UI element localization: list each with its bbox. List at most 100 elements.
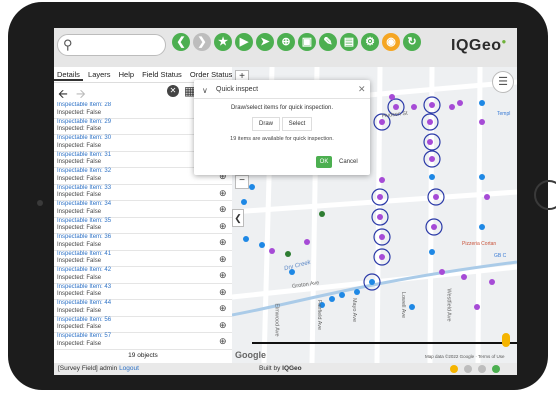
map-feature-marker[interactable] — [377, 194, 383, 200]
map-feature-marker[interactable] — [285, 251, 291, 257]
map-feature-marker[interactable] — [449, 104, 455, 110]
map-feature-marker[interactable] — [427, 119, 433, 125]
map-feature-marker[interactable] — [389, 94, 395, 100]
map-feature-marker[interactable] — [411, 104, 417, 110]
list-item[interactable]: Inspectable Item: 36 Inspected: False ⊕ — [54, 234, 232, 251]
play-icon[interactable]: ▶ — [235, 33, 253, 51]
logout-link[interactable]: Logout — [119, 365, 139, 372]
map-feature-marker[interactable] — [431, 224, 437, 230]
map-feature-marker[interactable] — [474, 304, 480, 310]
map-feature-marker[interactable] — [457, 100, 463, 106]
zoom-icon[interactable]: ⊕ — [219, 204, 227, 215]
tab-help[interactable]: Help — [116, 67, 137, 79]
map-feature-marker[interactable] — [429, 102, 435, 108]
map-sync-icon[interactable]: ↻ — [403, 33, 421, 51]
item-title[interactable]: Inspectable Item: 41 — [57, 251, 232, 259]
settings-icon[interactable]: ⚙ — [361, 33, 379, 51]
item-title[interactable]: Inspectable Item: 56 — [57, 317, 232, 325]
list-item[interactable]: Inspectable Item: 33 Inspected: False ⊕ — [54, 185, 232, 201]
tab-details[interactable]: Details — [54, 67, 83, 81]
navigate-icon[interactable]: ➤ — [256, 33, 274, 51]
zoom-icon[interactable]: ⊕ — [219, 221, 227, 232]
list-item[interactable]: Inspectable Item: 41 Inspected: False ⊕ — [54, 251, 232, 267]
map-feature-marker[interactable] — [339, 292, 345, 298]
map-feature-marker[interactable] — [304, 239, 310, 245]
collapse-panel-button[interactable]: ❮ — [232, 209, 244, 227]
item-title[interactable]: Inspectable Item: 35 — [57, 218, 232, 226]
map-feature-marker[interactable] — [479, 119, 485, 125]
zoom-out-button[interactable]: − — [235, 175, 249, 189]
item-title[interactable]: Inspectable Item: 36 — [57, 234, 232, 242]
tab-field-status[interactable]: Field Status — [139, 67, 185, 79]
map-feature-marker[interactable] — [379, 234, 385, 240]
tab-layers[interactable]: Layers — [85, 67, 114, 79]
list-item[interactable]: Inspectable Item: 42 Inspected: False ⊕ — [54, 267, 232, 284]
list-item[interactable]: Inspectable Item: 44 Inspected: False ⊕ — [54, 300, 232, 317]
map-feature-marker[interactable] — [489, 279, 495, 285]
zoom-icon[interactable]: ⊕ — [219, 188, 227, 199]
favorite-icon[interactable]: ★ — [214, 33, 232, 51]
tab-order-status[interactable]: Order Status — [187, 67, 236, 79]
cancel-button[interactable]: Cancel — [339, 156, 358, 168]
map-feature-marker[interactable] — [393, 104, 399, 110]
layers-icon[interactable]: ☰ — [492, 71, 514, 93]
list-item[interactable]: Inspectable Item: 34 Inspected: False ⊕ — [54, 201, 232, 218]
map-feature-marker[interactable] — [241, 199, 247, 205]
zoom-icon[interactable]: ⊕ — [219, 287, 227, 298]
select-button[interactable]: Select — [282, 117, 312, 131]
item-title[interactable]: Inspectable Item: 33 — [57, 185, 232, 193]
home-button[interactable] — [534, 180, 556, 210]
map-feature-marker[interactable] — [479, 100, 485, 106]
report-icon[interactable]: ▤ — [340, 33, 358, 51]
map-feature-marker[interactable] — [259, 242, 265, 248]
map-feature-marker[interactable] — [379, 119, 385, 125]
zoom-icon[interactable]: ⊕ — [219, 237, 227, 248]
map-feature-marker[interactable] — [479, 224, 485, 230]
map-feature-marker[interactable] — [429, 249, 435, 255]
map-feature-marker[interactable] — [479, 174, 485, 180]
forward-icon[interactable]: ❯ — [193, 33, 211, 51]
map-feature-marker[interactable] — [377, 214, 383, 220]
map-feature-marker[interactable] — [379, 254, 385, 260]
item-title[interactable]: Inspectable Item: 42 — [57, 267, 232, 275]
map-feature-marker[interactable] — [329, 296, 335, 302]
list-item[interactable]: Inspectable Item: 35 Inspected: False ⊕ — [54, 218, 232, 234]
map-feature-marker[interactable] — [249, 184, 255, 190]
map-feature-marker[interactable] — [369, 279, 375, 285]
zoom-icon[interactable]: ⊕ — [219, 303, 227, 314]
chevron-down-icon[interactable]: ∨ — [202, 86, 208, 95]
clear-icon[interactable]: ✕ — [167, 85, 179, 97]
close-icon[interactable]: ✕ — [358, 84, 366, 95]
edit-icon[interactable]: ✎ — [319, 33, 337, 51]
survey-icon[interactable]: ◉ — [382, 33, 400, 51]
map-feature-marker[interactable] — [269, 248, 275, 254]
map-feature-marker[interactable] — [427, 139, 433, 145]
zoom-icon[interactable]: ⊕ — [219, 270, 227, 281]
map-feature-marker[interactable] — [409, 304, 415, 310]
item-title[interactable]: Inspectable Item: 34 — [57, 201, 232, 209]
item-title[interactable]: Inspectable Item: 44 — [57, 300, 232, 308]
map-feature-marker[interactable] — [429, 156, 435, 162]
map-feature-marker[interactable] — [439, 269, 445, 275]
map-feature-marker[interactable] — [461, 274, 467, 280]
item-title[interactable]: Inspectable Item: 43 — [57, 284, 232, 292]
item-title[interactable]: Inspectable Item: 57 — [57, 333, 232, 341]
map-feature-marker[interactable] — [354, 289, 360, 295]
zoom-icon[interactable]: ⊕ — [219, 320, 227, 331]
map-feature-marker[interactable] — [484, 194, 490, 200]
map-feature-marker[interactable] — [243, 236, 249, 242]
map-feature-marker[interactable] — [379, 177, 385, 183]
map-feature-marker[interactable] — [433, 194, 439, 200]
list-item[interactable]: Inspectable Item: 43 Inspected: False ⊕ — [54, 284, 232, 300]
back-icon[interactable]: ❮ — [172, 33, 190, 51]
zoom-icon[interactable]: ⊕ — [219, 336, 227, 347]
list-item[interactable]: Inspectable Item: 57 Inspected: False ⊕ — [54, 333, 232, 350]
street-view-pegman[interactable] — [502, 333, 510, 347]
search-input[interactable]: ⚲ — [57, 34, 166, 56]
screenshot-icon[interactable]: ▣ — [298, 33, 316, 51]
draw-button[interactable]: Draw — [252, 117, 280, 131]
map-feature-marker[interactable] — [429, 174, 435, 180]
ok-button[interactable]: OK — [316, 156, 332, 168]
map-feature-marker[interactable] — [319, 211, 325, 217]
list-item[interactable]: Inspectable Item: 56 Inspected: False ⊕ — [54, 317, 232, 333]
